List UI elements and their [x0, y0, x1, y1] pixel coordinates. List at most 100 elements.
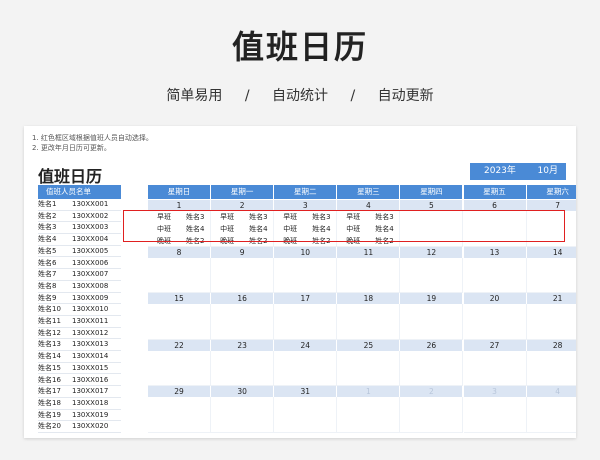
- roster-row[interactable]: 姓名8 130XX008: [38, 281, 121, 293]
- shift-entry[interactable]: 晚班 姓名2: [346, 235, 399, 247]
- day-number[interactable]: 3: [274, 200, 338, 211]
- day-number[interactable]: 4: [526, 386, 576, 397]
- day-cell[interactable]: [211, 397, 275, 433]
- shift-entry[interactable]: 早班 姓名3: [220, 211, 273, 223]
- roster-row[interactable]: 姓名18 130XX018: [38, 398, 121, 410]
- day-number[interactable]: 4: [337, 200, 401, 211]
- roster-row[interactable]: 姓名5 130XX005: [38, 246, 121, 258]
- day-number[interactable]: 11: [337, 246, 401, 258]
- roster-row[interactable]: 姓名4 130XX004: [38, 234, 121, 246]
- day-cell[interactable]: [211, 350, 275, 386]
- day-number[interactable]: 24: [274, 339, 338, 351]
- roster-row[interactable]: 姓名11 130XX011: [38, 316, 121, 328]
- day-cell[interactable]: [274, 350, 338, 386]
- shift-entry[interactable]: 晚班 姓名2: [220, 235, 273, 247]
- roster-row[interactable]: 姓名1 130XX001: [38, 199, 121, 211]
- day-cell[interactable]: [148, 257, 212, 293]
- shift-entry[interactable]: 中班 姓名4: [346, 223, 399, 235]
- roster-row[interactable]: 姓名7 130XX007: [38, 269, 121, 281]
- day-number[interactable]: 26: [400, 339, 464, 351]
- roster-row[interactable]: 姓名19 130XX019: [38, 410, 121, 422]
- shift-entry[interactable]: 晚班 姓名2: [157, 235, 210, 247]
- roster-row[interactable]: 姓名14 130XX014: [38, 351, 121, 363]
- day-cell[interactable]: [274, 257, 338, 293]
- shift-entry[interactable]: 早班 姓名3: [157, 211, 210, 223]
- shift-entry[interactable]: 中班 姓名4: [220, 223, 273, 235]
- day-cell[interactable]: [463, 257, 527, 293]
- roster-row[interactable]: 姓名20 130XX020: [38, 421, 121, 433]
- day-cell[interactable]: [526, 397, 576, 433]
- day-number[interactable]: 21: [526, 293, 576, 304]
- day-number[interactable]: 18: [337, 293, 401, 304]
- day-number[interactable]: 13: [463, 246, 527, 258]
- day-number[interactable]: 15: [148, 293, 212, 304]
- day-cell[interactable]: [463, 350, 527, 386]
- roster-row[interactable]: 姓名17 130XX017: [38, 386, 121, 398]
- day-cell[interactable]: [526, 304, 576, 340]
- day-cell[interactable]: [526, 258, 576, 293]
- shift-entry[interactable]: 晚班 姓名2: [283, 235, 336, 247]
- day-number[interactable]: 29: [148, 386, 212, 397]
- day-cell[interactable]: [526, 211, 576, 247]
- day-number[interactable]: 1: [148, 200, 212, 211]
- day-cell[interactable]: [400, 350, 464, 386]
- day-number[interactable]: 2: [211, 200, 275, 211]
- day-cell[interactable]: [400, 257, 464, 293]
- roster-row[interactable]: 姓名10 130XX010: [38, 304, 121, 316]
- day-cell[interactable]: [400, 397, 464, 433]
- day-cell[interactable]: [337, 397, 401, 433]
- year-value[interactable]: 2023年: [484, 163, 516, 180]
- day-number[interactable]: 30: [211, 386, 275, 397]
- day-number[interactable]: 16: [211, 293, 275, 304]
- day-cell[interactable]: [400, 211, 464, 247]
- shift-entry[interactable]: 中班 姓名4: [283, 223, 336, 235]
- day-number[interactable]: 10: [274, 246, 338, 258]
- day-number[interactable]: 2: [400, 386, 464, 397]
- day-number[interactable]: 25: [337, 339, 401, 351]
- day-cell[interactable]: [148, 304, 212, 340]
- roster-row[interactable]: 姓名6 130XX006: [38, 258, 121, 270]
- day-cell[interactable]: [274, 397, 338, 433]
- day-cell[interactable]: [337, 257, 401, 293]
- day-number[interactable]: 20: [463, 293, 527, 304]
- day-number[interactable]: 9: [211, 246, 275, 258]
- roster-row[interactable]: 姓名16 130XX016: [38, 375, 121, 387]
- roster-row[interactable]: 姓名12 130XX012: [38, 328, 121, 340]
- day-number[interactable]: 28: [526, 339, 576, 351]
- day-number[interactable]: 31: [274, 386, 338, 397]
- shift-entry[interactable]: 早班 姓名3: [346, 211, 399, 223]
- day-cell[interactable]: [337, 350, 401, 386]
- shift-entry[interactable]: 早班 姓名3: [283, 211, 336, 223]
- roster-row[interactable]: 姓名13 130XX013: [38, 339, 121, 352]
- day-number[interactable]: 19: [400, 293, 464, 304]
- day-cell[interactable]: [337, 304, 401, 340]
- shift-entry[interactable]: 中班 姓名4: [157, 223, 210, 235]
- roster-row[interactable]: 姓名2 130XX002: [38, 211, 121, 223]
- day-number[interactable]: 17: [274, 293, 338, 304]
- day-number[interactable]: 22: [148, 339, 212, 351]
- day-cell[interactable]: [274, 304, 338, 340]
- day-number[interactable]: 7: [526, 200, 576, 211]
- day-cell[interactable]: [463, 211, 527, 247]
- month-value[interactable]: 10月: [538, 163, 558, 180]
- day-number[interactable]: 14: [526, 246, 576, 258]
- day-cell[interactable]: [463, 397, 527, 433]
- day-cell[interactable]: [148, 350, 212, 386]
- day-cell[interactable]: [211, 257, 275, 293]
- day-cell[interactable]: [400, 304, 464, 340]
- day-number[interactable]: 3: [463, 386, 527, 397]
- day-number[interactable]: 5: [400, 200, 464, 211]
- roster-row[interactable]: 姓名9 130XX009: [38, 293, 121, 305]
- roster-row[interactable]: 姓名3 130XX003: [38, 222, 121, 235]
- day-number[interactable]: 1: [337, 386, 401, 397]
- day-number[interactable]: 8: [148, 246, 212, 258]
- day-number[interactable]: 6: [463, 200, 527, 211]
- day-number[interactable]: 12: [400, 246, 464, 258]
- day-number[interactable]: 23: [211, 339, 275, 351]
- day-cell[interactable]: [526, 351, 576, 386]
- roster-row[interactable]: 姓名15 130XX015: [38, 363, 121, 375]
- day-cell[interactable]: [463, 304, 527, 340]
- day-cell[interactable]: [211, 304, 275, 340]
- day-number[interactable]: 27: [463, 339, 527, 351]
- day-cell[interactable]: [148, 397, 212, 433]
